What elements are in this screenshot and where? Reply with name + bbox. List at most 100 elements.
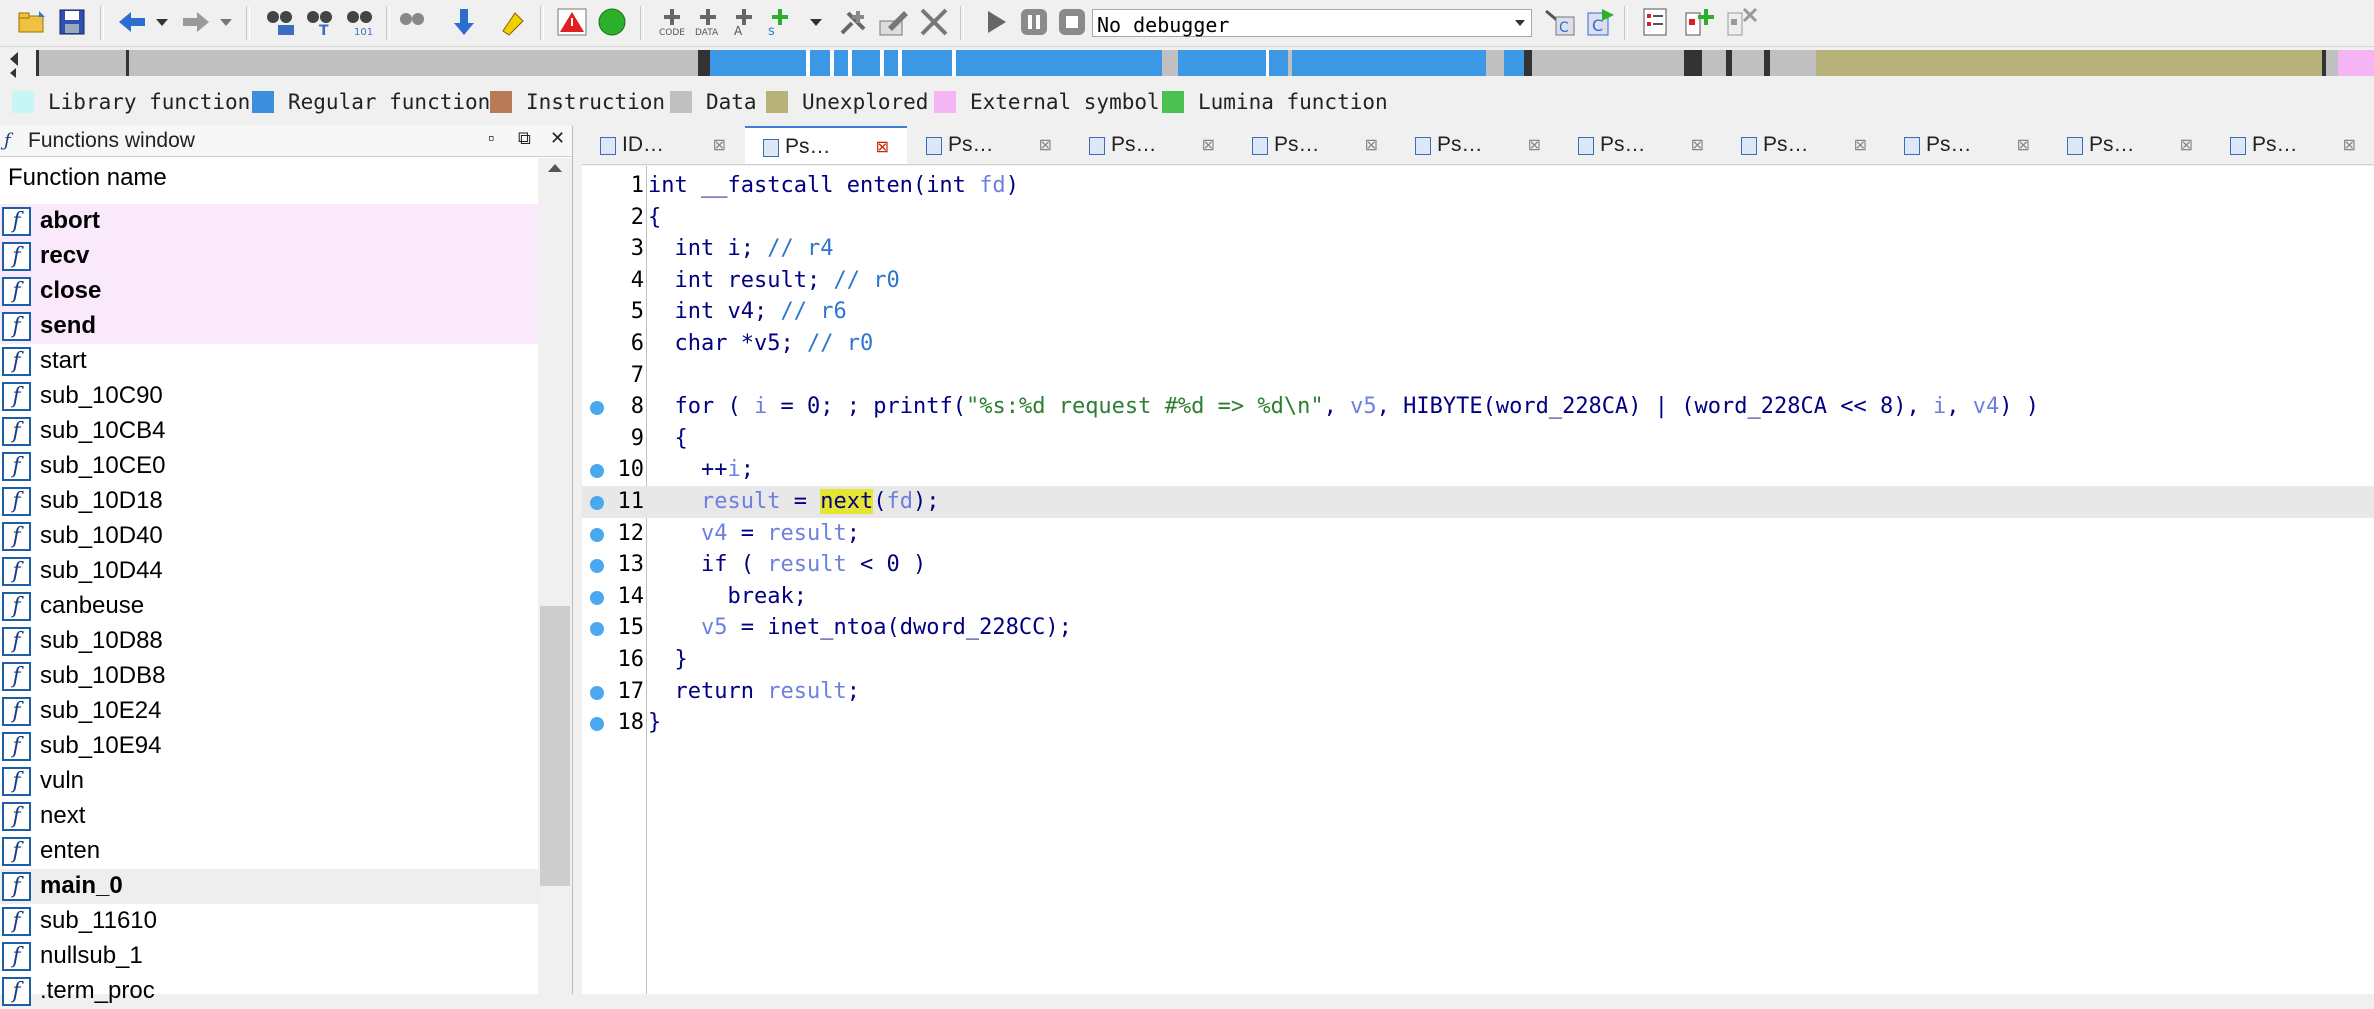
- close-icon[interactable]: ✕: [550, 128, 565, 149]
- function-list-item[interactable]: f sub_10D44: [0, 554, 538, 589]
- open-folder-icon[interactable]: [16, 6, 48, 38]
- code-text[interactable]: char *v5; // r0: [648, 328, 874, 360]
- code-line[interactable]: 14 break;: [582, 581, 2374, 613]
- function-list-item[interactable]: f send: [0, 309, 538, 344]
- code-text[interactable]: {: [648, 202, 661, 234]
- binoculars-binary-icon[interactable]: 101: [344, 6, 376, 38]
- function-list-item[interactable]: f sub_10CE0: [0, 449, 538, 484]
- breakpoint-dot-icon[interactable]: [590, 685, 604, 700]
- tab-close-icon[interactable]: ⊠: [876, 137, 889, 157]
- function-name-column-header[interactable]: Function name: [0, 158, 538, 196]
- breakpoint-dot-icon[interactable]: [590, 717, 604, 732]
- back-arrow-icon[interactable]: [116, 6, 148, 38]
- binoculars-next-icon[interactable]: [396, 6, 428, 38]
- code-text[interactable]: int v4; // r6: [648, 296, 847, 328]
- function-list-item[interactable]: f close: [0, 274, 538, 309]
- code-line[interactable]: 13 if ( result < 0 ): [582, 549, 2374, 581]
- jump-down-arrow-icon[interactable]: [448, 6, 480, 38]
- binoculars-code-icon[interactable]: [264, 6, 296, 38]
- make-string-icon[interactable]: A: [728, 6, 760, 38]
- make-struct-icon[interactable]: s: [764, 6, 796, 38]
- editor-tab[interactable]: Ps… ⊠: [745, 126, 907, 164]
- function-list-item[interactable]: f sub_10D40: [0, 519, 538, 554]
- play-icon[interactable]: [980, 6, 1012, 38]
- function-list-item[interactable]: f sub_10C90: [0, 379, 538, 414]
- function-list-item[interactable]: f .term_proc: [0, 974, 538, 1009]
- code-line[interactable]: 3 int i; // r4: [582, 233, 2374, 265]
- tab-close-icon[interactable]: ⊠: [1365, 135, 1378, 155]
- breakpoint-dot-icon[interactable]: [590, 559, 604, 574]
- debugger-select[interactable]: No debugger: [1092, 9, 1532, 37]
- undefine-x-icon[interactable]: [918, 6, 950, 38]
- function-list-item[interactable]: f start: [0, 344, 538, 379]
- code-text[interactable]: }: [648, 644, 688, 676]
- tab-close-icon[interactable]: ⊠: [1202, 135, 1215, 155]
- code-text[interactable]: int i; // r4: [648, 233, 834, 265]
- highlight-marker-icon[interactable]: [498, 6, 530, 38]
- attach-process-icon[interactable]: C: [1544, 6, 1576, 38]
- function-list-item[interactable]: f main_0: [0, 869, 538, 904]
- make-code-icon[interactable]: CODE: [656, 6, 688, 38]
- breakpoint-dot-icon[interactable]: [590, 590, 604, 605]
- navigation-band[interactable]: [0, 48, 2374, 78]
- breakpoint-dot-icon[interactable]: [590, 401, 604, 416]
- add-breakpoint-icon[interactable]: [1684, 6, 1716, 38]
- function-list-item[interactable]: f canbeuse: [0, 589, 538, 624]
- code-text[interactable]: int result; // r0: [648, 265, 900, 297]
- code-text[interactable]: result = next(fd);: [648, 486, 939, 518]
- code-line[interactable]: 5 int v4; // r6: [582, 296, 2374, 328]
- forward-dropdown-icon[interactable]: [216, 6, 236, 38]
- edit-pencil-icon[interactable]: [878, 6, 910, 38]
- function-list-item[interactable]: f enten: [0, 834, 538, 869]
- forward-arrow-icon[interactable]: [180, 6, 212, 38]
- code-line[interactable]: 9 {: [582, 423, 2374, 455]
- scrollbar-thumb[interactable]: [540, 606, 570, 886]
- plugin-gear-icon[interactable]: [838, 6, 870, 38]
- delete-breakpoint-icon[interactable]: [1726, 6, 1758, 38]
- function-list-item[interactable]: f sub_10CB4: [0, 414, 538, 449]
- code-text[interactable]: ++i;: [648, 454, 754, 486]
- function-list-item[interactable]: f next: [0, 799, 538, 834]
- make-data-icon[interactable]: DATA: [692, 6, 724, 38]
- editor-tab[interactable]: Ps… ⊠: [1723, 126, 1885, 164]
- code-line[interactable]: 16 }: [582, 644, 2374, 676]
- code-line[interactable]: 10 ++i;: [582, 454, 2374, 486]
- breakpoint-dot-icon[interactable]: [590, 622, 604, 637]
- nav-left-arrow-icon[interactable]: [10, 52, 18, 66]
- make-dropdown-icon[interactable]: [806, 6, 826, 38]
- function-list-item[interactable]: f sub_10DB8: [0, 659, 538, 694]
- function-list-item[interactable]: f sub_10E24: [0, 694, 538, 729]
- code-line[interactable]: 8 for ( i = 0; ; printf("%s:%d request #…: [582, 391, 2374, 423]
- pause-icon[interactable]: [1018, 6, 1050, 38]
- code-line[interactable]: 6 char *v5; // r0: [582, 328, 2374, 360]
- function-list-item[interactable]: f sub_10E94: [0, 729, 538, 764]
- warning-triangle-icon[interactable]: [556, 6, 588, 38]
- code-line[interactable]: 1 int __fastcall enten(int fd): [582, 170, 2374, 202]
- minimize-icon[interactable]: ▫: [488, 128, 494, 149]
- editor-tab[interactable]: Ps… ⊠: [2212, 126, 2374, 164]
- back-dropdown-icon[interactable]: [152, 6, 172, 38]
- tab-close-icon[interactable]: ⊠: [713, 135, 726, 155]
- code-line[interactable]: 11 result = next(fd);: [582, 486, 2374, 518]
- editor-tab[interactable]: Ps… ⊠: [1397, 126, 1559, 164]
- function-list-item[interactable]: f sub_10D18: [0, 484, 538, 519]
- tab-close-icon[interactable]: ⊠: [2180, 135, 2193, 155]
- code-line[interactable]: 18}: [582, 707, 2374, 739]
- tab-close-icon[interactable]: ⊠: [1039, 135, 1052, 155]
- code-text[interactable]: break;: [648, 581, 806, 613]
- code-line[interactable]: 2{: [582, 202, 2374, 234]
- binoculars-text-icon[interactable]: T: [304, 6, 336, 38]
- breakpoint-dot-icon[interactable]: [590, 496, 604, 510]
- green-circle-icon[interactable]: [596, 6, 628, 38]
- tab-close-icon[interactable]: ⊠: [1528, 135, 1541, 155]
- nav-track[interactable]: [36, 50, 2374, 76]
- code-text[interactable]: if ( result < 0 ): [648, 549, 926, 581]
- scroll-up-arrow-icon[interactable]: [548, 164, 562, 172]
- tab-close-icon[interactable]: ⊠: [2017, 135, 2030, 155]
- breakpoint-dot-icon[interactable]: [590, 527, 604, 542]
- function-list-item[interactable]: f nullsub_1: [0, 939, 538, 974]
- function-list-scrollbar[interactable]: [538, 158, 572, 994]
- run-to-cursor-icon[interactable]: C: [1584, 6, 1616, 38]
- code-line[interactable]: 4 int result; // r0: [582, 265, 2374, 297]
- function-list-item[interactable]: f vuln: [0, 764, 538, 799]
